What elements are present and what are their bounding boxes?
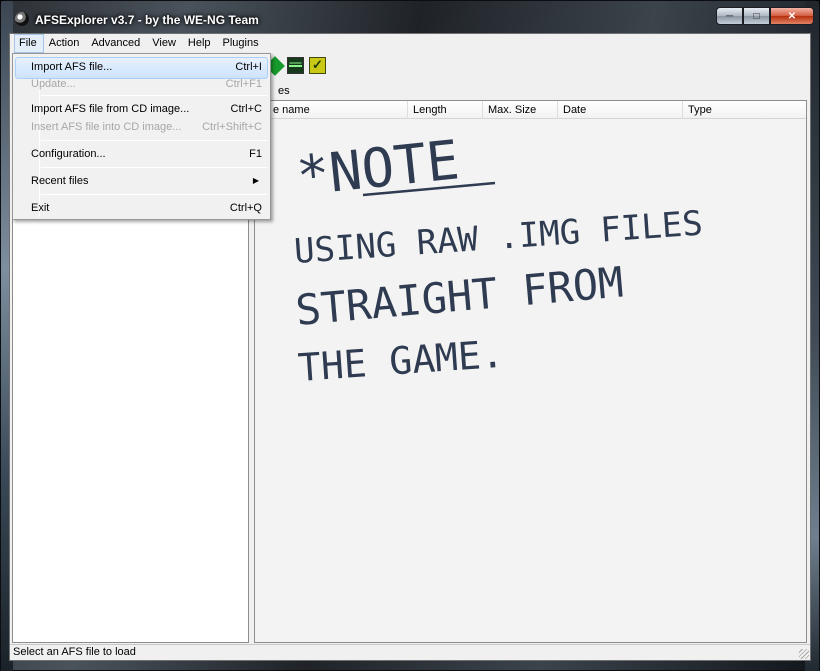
menu-item-shortcut: Ctrl+I (235, 61, 262, 73)
menu-file[interactable]: File (14, 34, 44, 53)
maximize-button[interactable]: □ (743, 7, 770, 25)
menu-action[interactable]: Action (44, 34, 87, 53)
app-icon[interactable] (15, 12, 29, 26)
menu-bar: File Action Advanced View Help Plugins (10, 34, 810, 53)
file-list[interactable]: e name Length Max. Size Date Type *NOTE … (254, 100, 807, 643)
menu-separator (41, 140, 267, 141)
resize-grip[interactable] (799, 649, 809, 659)
menu-item-insert-into-cd[interactable]: Insert AFS file into CD image... Ctrl+Sh… (15, 117, 268, 139)
app-window: AFSExplorer v3.7 - by the WE-NG Team ─ □… (0, 0, 820, 671)
menu-item-label: Import AFS file from CD image... (31, 103, 190, 115)
menu-item-label: Exit (31, 202, 50, 214)
list-header: e name Length Max. Size Date Type (255, 101, 806, 119)
menu-item-recent-files[interactable]: Recent files ▶ (15, 171, 268, 193)
title-bar[interactable]: AFSExplorer v3.7 - by the WE-NG Team ─ □… (1, 1, 820, 33)
menu-item-exit[interactable]: Exit Ctrl+Q (15, 198, 268, 220)
menu-item-shortcut: Ctrl+Q (229, 202, 262, 214)
note-line-4: THE GAME. (297, 332, 505, 390)
waveform-icon[interactable] (287, 57, 304, 74)
menu-item-label: Recent files (31, 175, 89, 187)
list-body[interactable]: *NOTE USING RAW .IMG FILES STRAIGHT FROM… (255, 119, 806, 642)
menu-item-label: Update... (31, 78, 76, 90)
menu-item-configuration[interactable]: Configuration... F1 (15, 144, 268, 166)
status-text: Select an AFS file to load (13, 646, 136, 658)
close-button[interactable]: ✕ (770, 7, 814, 25)
column-max-size[interactable]: Max. Size (483, 101, 558, 119)
menu-item-shortcut: Ctrl+C (230, 103, 262, 115)
menu-item-label: Configuration... (31, 148, 106, 160)
menu-item-label: Import AFS file... (31, 61, 113, 73)
menu-item-shortcut: Ctrl+Shift+C (202, 121, 262, 133)
note-line-3: STRAIGHT FROM (294, 257, 626, 334)
window-title: AFSExplorer v3.7 - by the WE-NG Team (35, 13, 259, 27)
menu-item-shortcut: F1 (249, 148, 262, 160)
note-line-2: USING RAW .IMG FILES (293, 204, 704, 272)
menu-separator (41, 95, 267, 96)
handwritten-note: *NOTE USING RAW .IMG FILES STRAIGHT FROM… (293, 128, 704, 390)
submenu-arrow-icon: ▶ (252, 176, 259, 185)
files-section-title: es (278, 85, 290, 97)
menu-advanced[interactable]: Advanced (86, 34, 147, 53)
menu-help[interactable]: Help (183, 34, 218, 53)
menu-separator (41, 167, 267, 168)
minimize-button[interactable]: ─ (716, 7, 743, 25)
column-name[interactable]: e name (255, 101, 408, 119)
menu-item-update[interactable]: Update... Ctrl+F1 (15, 74, 268, 96)
status-bar: Select an AFS file to load (10, 644, 810, 660)
file-menu-dropdown: Import AFS file... Ctrl+I Update... Ctrl… (12, 53, 271, 220)
column-date[interactable]: Date (558, 101, 683, 119)
column-length[interactable]: Length (408, 101, 483, 119)
menu-item-label: Insert AFS file into CD image... (31, 121, 182, 133)
window-controls: ─ □ ✕ (716, 7, 814, 25)
note-line-1: *NOTE (294, 128, 462, 208)
menu-separator (41, 194, 267, 195)
toolbar (265, 56, 326, 76)
menu-view[interactable]: View (147, 34, 183, 53)
column-type[interactable]: Type (683, 101, 804, 119)
menu-item-shortcut: Ctrl+F1 (225, 78, 262, 90)
check-icon[interactable] (309, 57, 326, 74)
menu-plugins[interactable]: Plugins (218, 34, 266, 53)
